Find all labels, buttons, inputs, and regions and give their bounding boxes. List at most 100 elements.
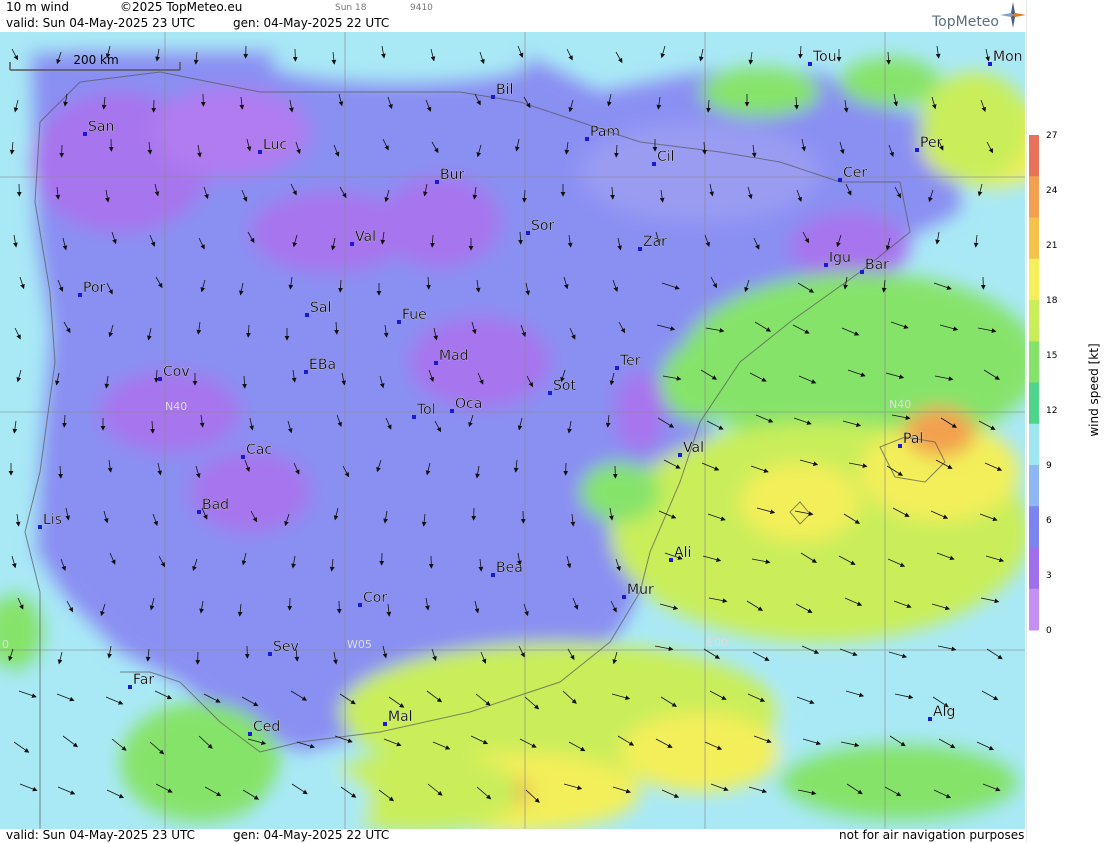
city-dot — [491, 573, 495, 577]
city-dot — [526, 231, 530, 235]
city-label: Mal — [388, 709, 413, 725]
city-marker[interactable]: Bur — [435, 167, 465, 184]
city-dot — [241, 455, 245, 459]
city-label: Tou — [812, 49, 837, 65]
city-marker[interactable]: Sev — [268, 639, 299, 656]
wind-map[interactable]: 200 km N40 N40 W05 E00 0 Tou Mon Bil Pam Cil… — [0, 32, 1025, 829]
legend-swatch — [1029, 588, 1039, 631]
legend-tick: 18 — [1046, 296, 1058, 306]
city-dot — [197, 510, 201, 514]
legend-swatch — [1029, 258, 1039, 301]
city-dot — [988, 62, 992, 66]
city-label: Ced — [253, 719, 280, 735]
city-label: Cer — [843, 165, 867, 181]
city-marker[interactable]: Alg — [928, 704, 955, 721]
logo-text: TopMeteo — [932, 14, 999, 30]
city-dot — [450, 409, 454, 413]
city-label: Pal — [903, 431, 923, 447]
city-label: Mad — [439, 348, 469, 364]
city-marker[interactable]: Cac — [241, 442, 272, 459]
city-marker[interactable]: Mad — [434, 348, 469, 365]
city-dot — [434, 361, 438, 365]
city-marker[interactable]: Zar — [638, 234, 667, 251]
city-dot — [350, 242, 354, 246]
legend-swatch — [1029, 176, 1039, 218]
city-dot — [248, 732, 252, 736]
city-label: Far — [133, 672, 154, 688]
city-dot — [78, 293, 82, 297]
legend-swatch — [1029, 465, 1039, 507]
city-marker[interactable]: Fue — [397, 307, 427, 324]
city-marker[interactable]: San — [83, 119, 114, 136]
legend-tick: 6 — [1046, 516, 1052, 526]
city-marker[interactable]: Oca — [450, 396, 482, 413]
city-label: Bur — [440, 167, 464, 183]
city-marker[interactable]: Igu — [824, 250, 851, 267]
city-dot — [928, 717, 932, 721]
city-marker[interactable]: Por — [78, 280, 106, 297]
city-marker[interactable]: Ced — [248, 719, 280, 736]
city-dot — [669, 558, 673, 562]
city-dot — [838, 178, 842, 182]
city-dot — [808, 62, 812, 66]
city-marker[interactable]: Mur — [622, 582, 654, 599]
city-label: Sot — [553, 378, 576, 394]
copyright: ©2025 TopMeteo.eu — [120, 0, 243, 14]
city-marker[interactable]: Tou — [808, 49, 837, 66]
sun-label: Sun 18 — [335, 3, 367, 13]
city-marker[interactable]: Cer — [838, 165, 867, 182]
legend-swatch — [1029, 217, 1039, 260]
city-dot — [824, 263, 828, 267]
city-label: Sal — [310, 300, 331, 316]
city-label: Val — [355, 229, 376, 245]
city-label: Fue — [402, 307, 427, 323]
grid-label-n40-east: N40 — [889, 398, 911, 411]
city-marker[interactable]: Pam — [585, 124, 620, 141]
city-dot — [435, 180, 439, 184]
city-dot — [915, 148, 919, 152]
city-marker[interactable]: Cov — [158, 364, 190, 381]
city-marker[interactable]: Luc — [258, 137, 287, 154]
city-marker[interactable]: Bar — [860, 257, 889, 274]
footer-gen: gen: 04-May-2025 22 UTC — [233, 828, 390, 842]
city-dot — [548, 391, 552, 395]
city-label: Sev — [273, 639, 299, 655]
compass-star-icon — [1000, 2, 1026, 28]
legend-swatch — [1029, 547, 1039, 590]
grid-label-w05: W05 — [347, 638, 372, 651]
footer-valid: valid: Sun 04-May-2025 23 UTC — [6, 828, 195, 842]
city-label: Cov — [163, 364, 190, 380]
city-label: EBa — [309, 357, 336, 373]
grid-label-e00: E00 — [707, 636, 728, 649]
legend-title: wind speed [kt] — [1087, 343, 1101, 436]
city-dot — [652, 162, 656, 166]
legend-tick: 9 — [1046, 461, 1052, 471]
grid-label-n40-west: N40 — [165, 400, 187, 413]
city-marker[interactable]: Per — [915, 135, 943, 152]
city-label: Ter — [619, 353, 641, 369]
city-marker[interactable]: Mal — [383, 709, 413, 726]
city-label: Pam — [590, 124, 620, 140]
city-label: Cor — [363, 590, 387, 606]
city-marker[interactable]: Cor — [358, 590, 387, 607]
city-dot — [358, 603, 362, 607]
city-dot — [860, 270, 864, 274]
city-dot — [678, 453, 682, 457]
city-marker[interactable]: Sor — [526, 218, 555, 235]
city-marker[interactable]: Bad — [197, 497, 229, 514]
city-dot — [258, 150, 262, 154]
city-marker[interactable]: Bea — [491, 560, 523, 577]
city-dot — [268, 652, 272, 656]
city-dot — [898, 444, 902, 448]
city-marker[interactable]: EBa — [304, 357, 336, 374]
city-label: Por — [83, 280, 106, 296]
legend-swatch — [1029, 382, 1039, 425]
city-label: Zar — [643, 234, 667, 250]
city-dot — [305, 313, 309, 317]
city-marker[interactable]: Sot — [548, 378, 577, 395]
city-marker[interactable]: Mon — [988, 49, 1023, 66]
city-label: Bea — [496, 560, 523, 576]
city-dot — [622, 595, 626, 599]
city-label: Bil — [496, 82, 513, 98]
legend-tick: 3 — [1046, 571, 1052, 581]
